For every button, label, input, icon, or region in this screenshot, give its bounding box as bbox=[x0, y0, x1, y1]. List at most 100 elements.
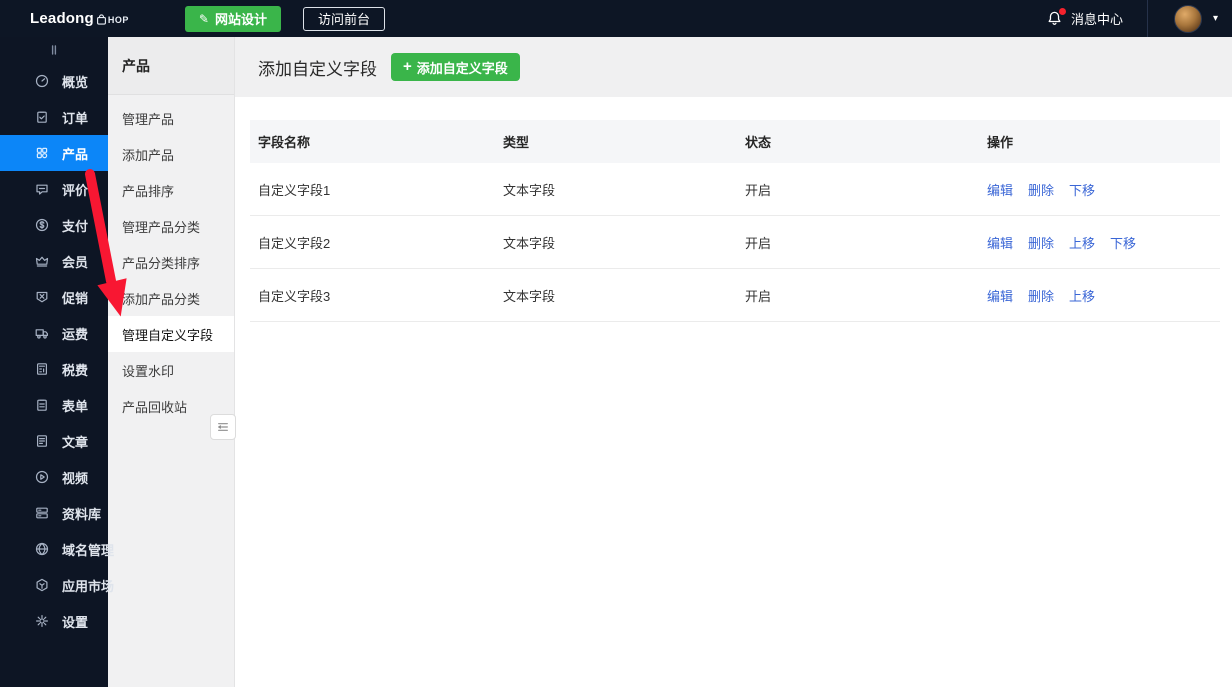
field-type-cell: 文本字段 bbox=[503, 235, 556, 251]
sidebar-item-payments[interactable]: 支付 bbox=[0, 207, 108, 243]
grid-icon bbox=[34, 145, 50, 161]
sidebar-item-label: 运费 bbox=[62, 326, 89, 342]
discount-badge-icon bbox=[34, 289, 50, 305]
add-custom-field-button[interactable]: + 添加自定义字段 bbox=[391, 53, 520, 81]
table-header-row: 字段名称 类型 状态 操作 bbox=[250, 120, 1220, 163]
sidebar-item-label: 评价 bbox=[62, 182, 89, 198]
edit-link[interactable]: 编辑 bbox=[987, 180, 1013, 199]
sidebar-item-tax[interactable]: 税费 bbox=[0, 351, 108, 387]
submenu-item-label: 管理产品分类 bbox=[122, 219, 201, 235]
sidebar-item-reviews[interactable]: 评价 bbox=[0, 171, 108, 207]
sidebar-item-label: 支付 bbox=[62, 218, 89, 234]
logo-brand-text: Leadong bbox=[30, 10, 94, 27]
sidebar-item-label: 应用市场 bbox=[62, 578, 115, 594]
crown-icon bbox=[34, 253, 50, 269]
field-status-cell: 开启 bbox=[745, 182, 772, 198]
sidebar-item-label: 设置 bbox=[62, 614, 89, 630]
edit-link[interactable]: 编辑 bbox=[987, 286, 1013, 305]
sidebar-item-label: 订单 bbox=[62, 110, 89, 126]
edit-link[interactable]: 编辑 bbox=[987, 233, 1013, 252]
main-header: 添加自定义字段 + 添加自定义字段 bbox=[235, 37, 1232, 97]
sidebar-nav: 概览 订单 产品 评价 支付 会员 促销 运费 税费 表单 文章 视频 资料库 … bbox=[0, 63, 114, 639]
submenu-item-add-category[interactable]: 添加产品分类 bbox=[108, 280, 234, 316]
sidebar-item-label: 域名管理 bbox=[62, 542, 115, 558]
table-row: 自定义字段1 文本字段 开启 编辑 删除 下移 bbox=[250, 163, 1220, 216]
field-name-cell: 自定义字段2 bbox=[258, 235, 331, 251]
sidebar-item-products[interactable]: 产品 bbox=[0, 135, 108, 171]
sidebar-item-orders[interactable]: 订单 bbox=[0, 99, 108, 135]
sidebar-item-label: 视频 bbox=[62, 470, 89, 486]
sidebar-item-members[interactable]: 会员 bbox=[0, 243, 108, 279]
avatar[interactable] bbox=[1173, 4, 1202, 33]
field-name-cell: 自定义字段1 bbox=[258, 182, 331, 198]
logo-suffix-text: HOP bbox=[107, 15, 129, 25]
sidebar-item-forms[interactable]: 表单 bbox=[0, 387, 108, 423]
hexagon-icon bbox=[34, 577, 50, 593]
sidebar-item-overview[interactable]: 概览 bbox=[0, 63, 108, 99]
sidebar-item-library[interactable]: 资料库 bbox=[0, 495, 108, 531]
topbar-divider bbox=[1146, 0, 1148, 37]
primary-sidebar: 概览 订单 产品 评价 支付 会员 促销 运费 税费 表单 文章 视频 资料库 … bbox=[0, 37, 114, 687]
field-type-cell: 文本字段 bbox=[503, 182, 556, 198]
submenu-item-manage-custom-fields[interactable]: 管理自定义字段 bbox=[108, 316, 234, 352]
message-center-link[interactable]: 消息中心 bbox=[1071, 9, 1123, 28]
submenu-item-label: 产品分类排序 bbox=[122, 255, 201, 271]
dollar-circle-icon bbox=[34, 217, 50, 233]
site-design-button[interactable]: ✎ 网站设计 bbox=[184, 5, 281, 32]
row-actions: 编辑 删除 上移 下移 bbox=[979, 233, 1220, 252]
column-header: 字段名称 bbox=[258, 135, 311, 150]
field-type-cell: 文本字段 bbox=[503, 288, 556, 304]
move-up-link[interactable]: 上移 bbox=[1069, 233, 1095, 252]
sidebar-item-app-market[interactable]: 应用市场 bbox=[0, 567, 114, 603]
sidebar-item-shipping[interactable]: 运费 bbox=[0, 315, 108, 351]
submenu-collapse-button[interactable] bbox=[210, 414, 236, 440]
gauge-icon bbox=[34, 73, 50, 89]
sidebar-item-videos[interactable]: 视频 bbox=[0, 459, 108, 495]
delete-link[interactable]: 删除 bbox=[1028, 180, 1054, 199]
custom-fields-table: 字段名称 类型 状态 操作 自定义字段1 文本字段 开启 编辑 删除 下移 自定义字段2 … bbox=[250, 120, 1220, 322]
submenu-item-manage-categories[interactable]: 管理产品分类 bbox=[108, 208, 234, 244]
sidebar-item-label: 资料库 bbox=[62, 506, 102, 522]
submenu-item-product-sort[interactable]: 产品排序 bbox=[108, 172, 234, 208]
sidebar-item-label: 促销 bbox=[62, 290, 89, 306]
pencil-icon: ✎ bbox=[198, 11, 209, 26]
chat-bubble-icon bbox=[34, 181, 50, 197]
sidebar-item-promotions[interactable]: 促销 bbox=[0, 279, 108, 315]
submenu-item-label: 管理自定义字段 bbox=[122, 327, 214, 343]
move-down-link[interactable]: 下移 bbox=[1069, 180, 1095, 199]
submenu-item-category-sort[interactable]: 产品分类排序 bbox=[108, 244, 234, 280]
column-header: 类型 bbox=[503, 135, 530, 150]
sidebar-item-articles[interactable]: 文章 bbox=[0, 423, 108, 459]
move-down-link[interactable]: 下移 bbox=[1110, 233, 1136, 252]
submenu-title: 产品 bbox=[108, 37, 234, 95]
topbar-right: 消息中心 ▾ bbox=[1046, 0, 1232, 37]
move-up-link[interactable]: 上移 bbox=[1069, 286, 1095, 305]
field-status-cell: 开启 bbox=[745, 288, 772, 304]
submenu-item-watermark[interactable]: 设置水印 bbox=[108, 352, 234, 388]
visit-frontend-label: 访问前台 bbox=[318, 12, 371, 27]
visit-frontend-button[interactable]: 访问前台 bbox=[303, 6, 386, 31]
sidebar-item-domains[interactable]: 域名管理 bbox=[0, 531, 114, 567]
table-row: 自定义字段3 文本字段 开启 编辑 删除 上移 bbox=[250, 269, 1220, 322]
truck-icon bbox=[34, 325, 50, 341]
sidebar-item-label: 表单 bbox=[62, 398, 89, 414]
submenu-panel: 产品 管理产品 添加产品 产品排序 管理产品分类 产品分类排序 添加产品分类 管… bbox=[108, 37, 235, 687]
delete-link[interactable]: 删除 bbox=[1028, 233, 1054, 252]
clipboard-check-icon bbox=[34, 109, 50, 125]
row-actions: 编辑 删除 上移 bbox=[979, 286, 1220, 305]
delete-link[interactable]: 删除 bbox=[1028, 286, 1054, 305]
sidebar-collapse-icon[interactable] bbox=[0, 37, 108, 63]
notification-bell-icon[interactable] bbox=[1046, 8, 1066, 27]
notification-dot bbox=[1058, 8, 1066, 15]
submenu-item-label: 管理产品 bbox=[122, 111, 175, 127]
sidebar-item-label: 概览 bbox=[62, 74, 89, 90]
submenu-item-label: 添加产品分类 bbox=[122, 291, 201, 307]
chevron-down-icon[interactable]: ▾ bbox=[1213, 13, 1218, 24]
sidebar-item-settings[interactable]: 设置 bbox=[0, 603, 108, 639]
sidebar-item-label: 会员 bbox=[62, 254, 89, 270]
submenu-item-add-product[interactable]: 添加产品 bbox=[108, 136, 234, 172]
submenu-items: 管理产品 添加产品 产品排序 管理产品分类 产品分类排序 添加产品分类 管理自定… bbox=[108, 95, 234, 424]
field-name-cell: 自定义字段3 bbox=[258, 288, 331, 304]
play-circle-icon bbox=[34, 469, 50, 485]
submenu-item-manage-products[interactable]: 管理产品 bbox=[108, 100, 234, 136]
